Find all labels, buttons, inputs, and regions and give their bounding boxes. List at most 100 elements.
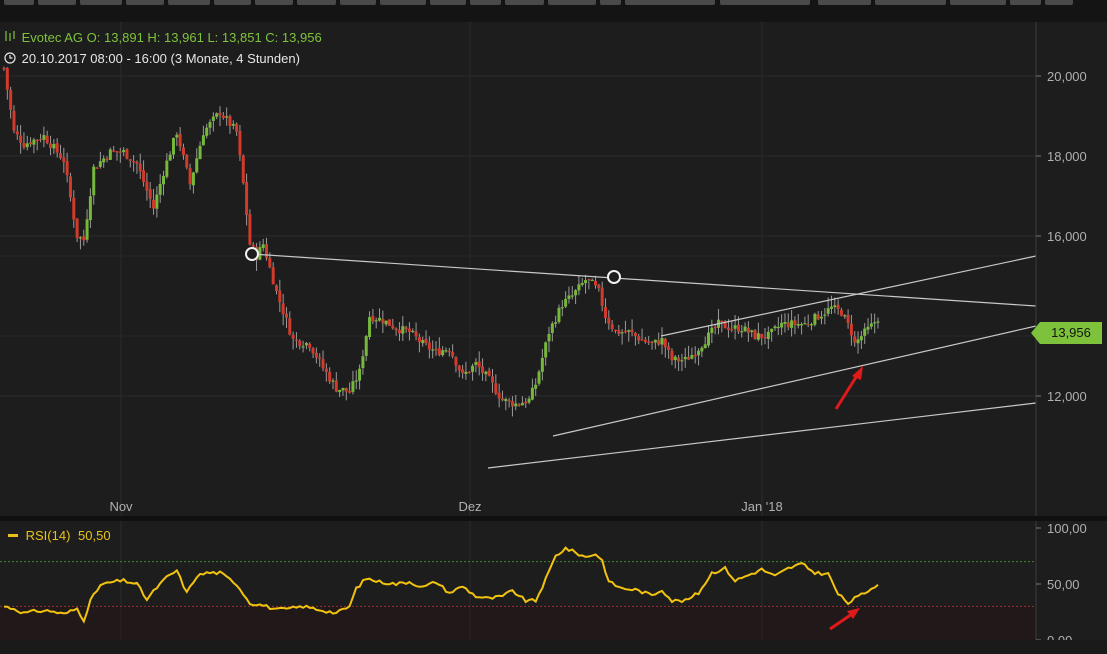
candle-body — [643, 339, 647, 343]
candle-body — [587, 279, 591, 281]
candle-body — [461, 369, 465, 374]
candle-body — [783, 321, 787, 324]
candle-body — [866, 326, 870, 330]
toolbar-button[interactable] — [380, 0, 426, 5]
candle-body — [766, 331, 770, 339]
candle-body — [594, 280, 598, 286]
toolbar-button[interactable] — [4, 0, 34, 5]
candle-body — [584, 280, 588, 284]
rsi-value: 50,50 — [78, 528, 111, 543]
candle-body — [514, 403, 518, 407]
candle-body — [95, 167, 99, 169]
toolbar-button[interactable] — [548, 0, 596, 5]
candle-body — [75, 218, 79, 239]
candle-body — [803, 323, 807, 325]
toolbar-button[interactable] — [505, 0, 544, 5]
candle-body — [590, 279, 594, 282]
candle-body — [680, 360, 684, 362]
candle-body — [484, 371, 488, 375]
candle-body — [813, 313, 817, 325]
candle-body — [348, 391, 352, 393]
candle-body — [115, 151, 119, 153]
candle-body — [567, 295, 571, 299]
candle-body — [235, 123, 239, 132]
high-label: H: — [147, 30, 161, 45]
toolbar-button[interactable] — [470, 0, 501, 5]
candle-body — [454, 357, 458, 366]
candle-body — [753, 330, 757, 340]
toolbar-button[interactable] — [214, 0, 251, 5]
candle-body — [407, 328, 411, 332]
candle-body — [580, 282, 584, 285]
candle-body — [630, 329, 634, 333]
toolbar-button[interactable] — [255, 0, 293, 5]
candle-body — [39, 139, 43, 141]
toolbar-button[interactable] — [720, 0, 810, 5]
candle-body — [175, 134, 179, 138]
candle-body — [281, 303, 285, 315]
candle-body — [52, 143, 56, 149]
candle-body — [168, 154, 172, 161]
candle-body — [833, 305, 837, 308]
candle-body — [145, 181, 149, 191]
trendline-anchor-handle[interactable] — [607, 270, 621, 284]
candle-body — [780, 322, 784, 328]
candle-body — [790, 320, 794, 328]
candle-body — [155, 194, 159, 209]
toolbar-button[interactable] — [818, 0, 871, 5]
candle-body — [756, 333, 760, 340]
candle-body — [520, 402, 524, 406]
candle-body — [284, 313, 288, 318]
candle-body — [275, 285, 279, 291]
toolbar-button[interactable] — [297, 0, 336, 5]
toolbar-button[interactable] — [430, 0, 466, 5]
candle-body — [132, 161, 136, 163]
candle-body — [793, 320, 797, 325]
candle-body — [288, 318, 292, 335]
toolbar-button[interactable] — [340, 0, 376, 5]
candle-body — [527, 398, 531, 403]
candle-body — [112, 150, 116, 152]
toolbar-button[interactable] — [1010, 0, 1041, 5]
toolbar-button[interactable] — [625, 0, 715, 5]
toolbar-button[interactable] — [600, 0, 621, 5]
candle-body — [810, 324, 814, 326]
candle-body — [743, 326, 747, 332]
candle-body — [78, 237, 82, 239]
toolbar-button[interactable] — [950, 0, 1006, 5]
candle-body — [245, 182, 249, 216]
trendline-anchor-handle[interactable] — [245, 247, 259, 261]
candle-body — [603, 306, 607, 318]
toolbar-button[interactable] — [168, 0, 210, 5]
rsi-tick-label: 50,00 — [1047, 577, 1080, 592]
candle-body — [650, 341, 654, 344]
candle-body — [657, 340, 661, 345]
candle-body — [750, 330, 754, 332]
candle-body — [318, 357, 322, 359]
candle-body — [311, 348, 315, 354]
candle-body — [102, 158, 106, 163]
candle-body — [125, 149, 129, 159]
candle-body — [773, 326, 777, 329]
instrument-legend: Evotec AG O: 13,891 H: 13,961 L: 13,851 … — [4, 30, 322, 45]
candle-body — [537, 371, 541, 384]
candle-body — [265, 244, 269, 259]
candle-body — [55, 143, 59, 153]
time-tick-label: Jan '18 — [741, 499, 783, 514]
candle-body — [384, 320, 388, 325]
candle-body — [191, 172, 195, 186]
toolbar-button[interactable] — [126, 0, 164, 5]
toolbar-button[interactable] — [80, 0, 122, 5]
candle-body — [577, 284, 581, 291]
candle-body — [487, 370, 491, 376]
candle-body — [524, 401, 528, 404]
candle-body — [481, 366, 485, 373]
toolbar-button[interactable] — [875, 0, 946, 5]
toolbar-button[interactable] — [38, 0, 76, 5]
candle-body — [241, 155, 245, 184]
candle-body — [730, 328, 734, 331]
price-tick-label: 18,000 — [1047, 149, 1087, 164]
candle-body — [733, 325, 737, 329]
toolbar-button[interactable] — [1045, 0, 1073, 5]
candle-body — [374, 320, 378, 322]
